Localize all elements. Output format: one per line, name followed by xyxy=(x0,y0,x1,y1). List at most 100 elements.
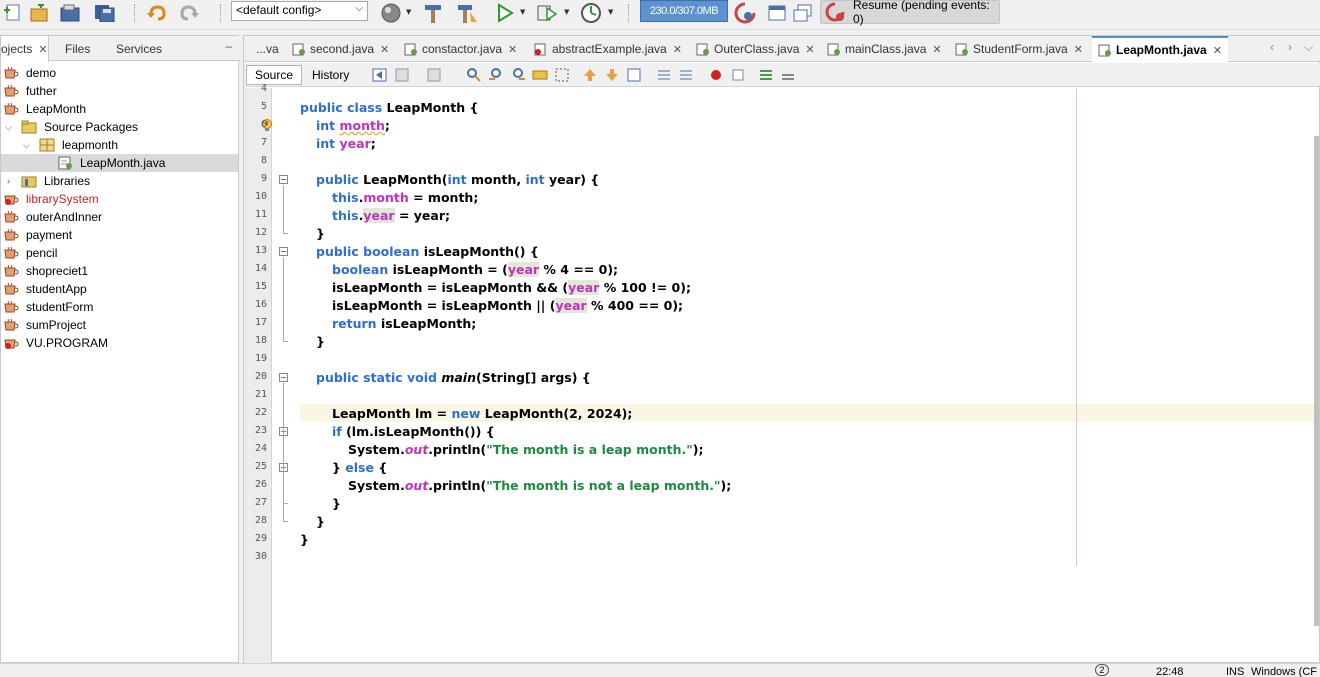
close-icon[interactable]: ✕ xyxy=(1213,44,1222,57)
chevron-left-icon[interactable]: ‹ xyxy=(1270,40,1274,54)
close-icon[interactable]: ✕ xyxy=(1074,43,1083,56)
tree-item-demo[interactable]: demo xyxy=(1,64,238,82)
coffee-cup-icon xyxy=(4,210,19,223)
tree-item-pencil[interactable]: pencil xyxy=(1,244,238,262)
chevron-down-icon[interactable]: ▼ xyxy=(520,8,525,16)
tree-item-source-packages[interactable]: ⌵ Source Packages xyxy=(1,118,238,136)
source-button-label: Source xyxy=(255,68,294,82)
code-line: public boolean isLeapMonth() { xyxy=(316,242,539,260)
save-all-icon[interactable] xyxy=(92,1,118,25)
close-icon[interactable]: ✕ xyxy=(805,43,814,56)
previous-bookmark-icon[interactable] xyxy=(582,67,598,83)
new-file-icon[interactable] xyxy=(0,1,26,25)
tab-abstractexample-java[interactable]: abstractExample.java ✕ xyxy=(534,36,682,62)
clean-build-icon[interactable] xyxy=(454,1,480,25)
redo-icon[interactable] xyxy=(176,1,202,25)
globe-icon[interactable] xyxy=(378,1,404,25)
undo-icon[interactable] xyxy=(144,1,170,25)
toggle-bookmark-icon[interactable] xyxy=(626,67,642,83)
tab-services[interactable]: Services xyxy=(116,36,162,61)
build-hammer-icon[interactable] xyxy=(420,1,446,25)
vertical-scrollbar[interactable] xyxy=(1314,136,1319,626)
tree-item-outerandinner[interactable]: outerAndInner xyxy=(1,208,238,226)
java-file-icon xyxy=(1098,44,1111,56)
fold-toggle-icon[interactable]: − xyxy=(279,175,288,184)
tree-item-label: sumProject xyxy=(26,318,87,332)
fold-toggle-icon[interactable]: − xyxy=(279,373,288,382)
close-icon[interactable]: ✕ xyxy=(673,43,682,56)
debug-icon[interactable] xyxy=(534,1,560,25)
find-next-icon[interactable] xyxy=(510,67,526,83)
tab-label: ...va xyxy=(256,42,279,56)
tree-item-leapmonth-java[interactable]: LeapMonth.java xyxy=(1,154,238,172)
tree-item-shopreciet1[interactable]: shopreciet1 xyxy=(1,262,238,280)
right-margin-line xyxy=(1076,88,1077,566)
shift-left-icon[interactable] xyxy=(656,67,672,83)
fold-toggle-icon[interactable]: − xyxy=(279,247,288,256)
stop-macro-icon[interactable] xyxy=(730,67,746,83)
folder-icon xyxy=(21,120,37,134)
tab-second-java[interactable]: second.java ✕ xyxy=(292,36,389,62)
chevron-right-icon[interactable]: › xyxy=(7,176,10,186)
chevron-right-icon[interactable]: › xyxy=(1288,40,1292,54)
comment-icon[interactable] xyxy=(758,67,774,83)
garbage-collect-icon[interactable] xyxy=(732,1,758,25)
tree-item-studentform[interactable]: studentForm xyxy=(1,298,238,316)
tab-studentform-java[interactable]: StudentForm.java ✕ xyxy=(955,36,1083,62)
tree-item-vu-program[interactable]: VU.PROGRAM xyxy=(1,334,238,352)
tree-item-studentapp[interactable]: studentApp xyxy=(1,280,238,298)
java-file-icon xyxy=(696,43,709,55)
config-select[interactable]: <default config> ⌵ xyxy=(231,1,368,21)
last-edit-icon[interactable] xyxy=(372,67,388,83)
chevron-down-icon[interactable]: ⌵ xyxy=(1304,40,1313,55)
shift-right-icon[interactable] xyxy=(678,67,694,83)
tree-item-sumproject[interactable]: sumProject xyxy=(1,316,238,334)
tree-item-leapmonth-package[interactable]: ⌵ leapmonth xyxy=(1,136,238,154)
close-icon[interactable]: ✕ xyxy=(932,43,941,56)
close-icon[interactable]: ✕ xyxy=(508,43,517,56)
close-icon[interactable]: ✕ xyxy=(380,43,389,56)
chevron-down-icon[interactable]: ▼ xyxy=(608,8,613,16)
chevron-down-icon[interactable]: ▼ xyxy=(564,8,569,16)
uncomment-icon[interactable] xyxy=(780,67,796,83)
next-bookmark-icon[interactable] xyxy=(604,67,620,83)
tree-item-libraries[interactable]: › Libraries xyxy=(1,172,238,190)
minimize-panel-button[interactable]: – xyxy=(225,39,232,53)
back-icon[interactable] xyxy=(394,67,410,83)
find-previous-icon[interactable] xyxy=(488,67,504,83)
profile-icon[interactable] xyxy=(578,1,604,25)
line-number: 26 xyxy=(254,479,267,490)
forward-icon[interactable] xyxy=(426,67,442,83)
chevron-down-icon[interactable]: ▼ xyxy=(406,8,411,16)
history-button[interactable]: History xyxy=(304,65,357,85)
tree-item-futher[interactable]: futher xyxy=(1,82,238,100)
tab-constactor-java[interactable]: constactor.java ✕ xyxy=(404,36,517,62)
tab-projects[interactable]: ojects ✕ xyxy=(1,36,49,62)
open-project-icon[interactable] xyxy=(58,1,84,25)
notifications-badge[interactable]: 2 xyxy=(1095,664,1109,676)
rectangular-selection-icon[interactable] xyxy=(554,67,570,83)
resume-button[interactable]: Resume (pending events: 0) xyxy=(820,0,1000,26)
tab-leapmonth-java[interactable]: LeapMonth.java ✕ xyxy=(1092,36,1228,62)
chevron-down-icon[interactable]: ⌵ xyxy=(23,140,30,151)
tree-item-librarysystem[interactable]: librarySystem xyxy=(1,190,238,208)
close-icon[interactable]: ✕ xyxy=(38,43,47,56)
new-project-icon[interactable] xyxy=(26,1,52,25)
tree-item-leapmonth-project[interactable]: LeapMonth xyxy=(1,100,238,118)
toggle-highlight-icon[interactable] xyxy=(532,67,548,83)
run-icon[interactable] xyxy=(492,1,518,25)
tab-truncated[interactable]: ...va xyxy=(256,36,279,62)
record-macro-icon[interactable] xyxy=(708,67,724,83)
windows-icon[interactable] xyxy=(790,1,816,25)
memory-usage-indicator[interactable]: 230.0/307.0MB xyxy=(640,0,728,22)
tab-mainclass-java[interactable]: mainClass.java ✕ xyxy=(827,36,942,62)
tab-outerclass-java[interactable]: OuterClass.java ✕ xyxy=(696,36,815,62)
tree-item-payment[interactable]: payment xyxy=(1,226,238,244)
code-token: LeapMonth( xyxy=(363,171,448,187)
code-area[interactable]: public class LeapMonth { int month; int … xyxy=(300,88,1315,664)
find-icon[interactable] xyxy=(466,67,482,83)
source-button[interactable]: Source xyxy=(246,65,303,85)
window-icon[interactable] xyxy=(764,1,790,25)
tab-files[interactable]: Files xyxy=(65,36,90,61)
chevron-down-icon[interactable]: ⌵ xyxy=(5,122,12,133)
